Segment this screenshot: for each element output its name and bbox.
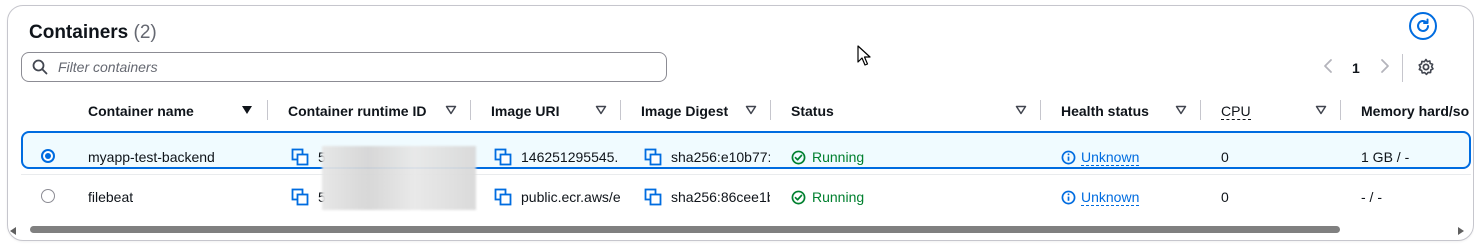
runtime-id-cell: 5 [291,147,326,167]
status-text: Running [812,149,865,165]
mouse-cursor-icon [857,45,871,66]
container-count: (2) [133,22,157,43]
copy-icon[interactable] [644,148,662,166]
health-status-link[interactable]: Unknown [1081,189,1140,206]
image-uri-cell: public.ecr.aws/e [494,187,620,207]
column-label: Health status [1061,103,1149,119]
column-label: Image Digest [641,103,729,119]
image-uri-text: public.ecr.aws/e [521,189,620,205]
column-label: Image URI [491,103,560,119]
column-divider[interactable] [1040,100,1041,120]
copy-icon[interactable] [291,148,309,166]
copy-icon[interactable] [494,188,512,206]
next-page-button[interactable] [1379,58,1391,74]
column-label: Status [791,103,834,119]
scroll-left-arrow-icon[interactable] [10,227,18,235]
container-name-cell: myapp-test-backend [88,149,215,165]
preferences-button[interactable] [1417,58,1435,81]
status-cell: Running [791,187,864,207]
memory-cell: 1 GB / - [1361,149,1410,165]
cpu-cell: 0 [1221,189,1229,205]
copy-icon[interactable] [644,188,662,206]
image-uri-cell: 146251295545. [494,147,620,167]
column-header-status[interactable]: Status [791,98,834,124]
column-header-health-status[interactable]: Health status [1061,98,1149,124]
column-divider[interactable] [770,100,771,120]
health-status-link[interactable]: Unknown [1081,149,1140,166]
column-label: Memory hard/so [1361,103,1470,119]
scrollbar-thumb[interactable] [30,226,1340,233]
column-divider[interactable] [267,100,268,120]
settings-icon [1418,58,1434,76]
health-status-cell[interactable]: Unknown [1061,147,1140,167]
memory-cell: - / - [1361,189,1382,205]
image-digest-text: sha256:e10b77: [671,149,770,165]
image-uri-text: 146251295545. [521,149,619,165]
search-input[interactable] [56,58,620,76]
info-icon [1061,150,1076,164]
sort-icon[interactable] [745,105,757,115]
check-circle-icon [791,150,806,164]
pagination-divider [1402,54,1403,82]
container-name-cell: filebeat [88,189,134,205]
sort-icon[interactable] [241,105,253,115]
check-circle-icon [791,190,806,204]
column-header-container-name[interactable]: Container name [88,98,194,124]
refresh-icon [1417,18,1429,32]
column-header-runtime-id[interactable]: Container runtime ID [288,98,426,124]
image-digest-cell: sha256:e10b77: [644,147,770,167]
column-label: Container runtime ID [288,103,427,119]
sort-icon[interactable] [1015,105,1027,115]
image-digest-text: sha256:86cee1b [671,189,770,205]
column-header-memory[interactable]: Memory hard/so [1361,98,1469,124]
search-icon [32,59,48,75]
column-divider[interactable] [1200,100,1201,120]
runtime-id-cell: 5 [291,187,326,207]
column-divider[interactable] [1340,100,1341,120]
chevron-right-icon [1381,59,1389,73]
status-cell: Running [791,147,864,167]
status-text: Running [812,189,865,205]
sort-icon[interactable] [595,105,607,115]
column-divider[interactable] [470,100,471,120]
sort-icon[interactable] [445,105,457,115]
column-header-image-uri[interactable]: Image URI [491,98,559,124]
row-select-radio[interactable] [41,189,55,203]
row-divider [21,174,1471,175]
copy-icon[interactable] [291,188,309,206]
row-select-radio[interactable] [41,149,55,163]
sort-icon[interactable] [1175,105,1187,115]
title-text: Containers [29,22,129,43]
column-divider[interactable] [620,100,621,120]
column-label: Container name [88,103,194,119]
info-icon [1061,190,1076,204]
column-label: CPU [1221,102,1251,120]
health-status-cell[interactable]: Unknown [1061,187,1140,207]
scroll-right-arrow-icon[interactable] [1456,227,1464,235]
sort-icon[interactable] [1315,105,1327,115]
previous-page-button[interactable] [1322,58,1334,74]
refresh-button[interactable] [1409,12,1437,40]
column-header-cpu[interactable]: CPU [1221,98,1251,124]
image-digest-cell: sha256:86cee1b [644,187,770,207]
filter-search-box[interactable] [21,52,667,82]
chevron-left-icon [1324,59,1332,73]
page-title: Containers (2) [29,22,157,44]
cpu-cell: 0 [1221,149,1229,165]
current-page-number[interactable]: 1 [1352,60,1360,76]
column-header-image-digest[interactable]: Image Digest [641,98,728,124]
redacted-area [322,146,476,210]
copy-icon[interactable] [494,148,512,166]
